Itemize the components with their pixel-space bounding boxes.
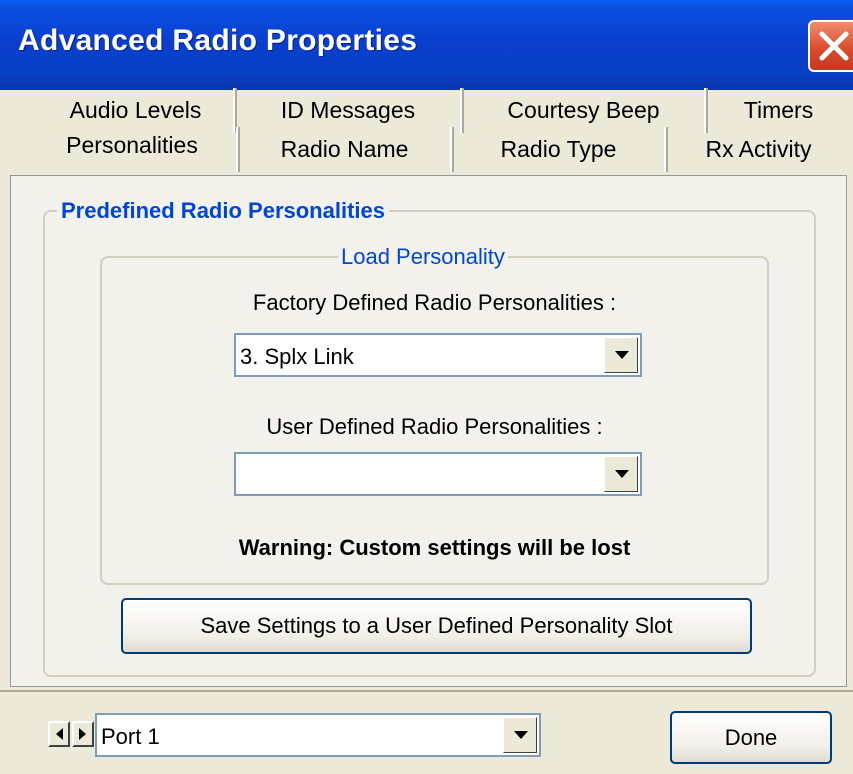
factory-personalities-select[interactable]: 3. Splx Link xyxy=(234,333,642,377)
factory-personalities-value: 3. Splx Link xyxy=(240,344,354,369)
tab-radio-type[interactable]: Radio Type xyxy=(450,127,664,172)
load-personality-title: Load Personality xyxy=(338,244,508,270)
prev-port-button[interactable] xyxy=(48,721,70,747)
window-title: Advanced Radio Properties xyxy=(18,24,418,57)
chevron-down-icon xyxy=(514,731,528,739)
warning-text: Warning: Custom settings will be lost xyxy=(238,535,631,560)
arrow-left-icon xyxy=(56,728,63,740)
personalities-panel: Predefined Radio Personalities Load Pers… xyxy=(10,175,847,687)
predefined-personalities-title: Predefined Radio Personalities xyxy=(57,198,389,224)
port-select[interactable]: Port 1 xyxy=(95,713,541,757)
port-dropdown-button[interactable] xyxy=(503,717,537,753)
user-dropdown-button[interactable] xyxy=(604,456,638,492)
tab-personalities[interactable]: Personalities xyxy=(28,127,236,177)
user-personalities-select[interactable] xyxy=(234,452,642,496)
tab-radio-name[interactable]: Radio Name xyxy=(236,127,450,172)
arrow-right-icon xyxy=(79,728,86,740)
close-icon xyxy=(819,31,849,61)
load-personality-group: Load Personality Factory Defined Radio P… xyxy=(100,244,769,585)
predefined-personalities-group: Predefined Radio Personalities Load Pers… xyxy=(43,198,816,677)
user-personalities-label: User Defined Radio Personalities : xyxy=(266,414,603,439)
chevron-down-icon xyxy=(615,351,629,359)
title-bar: Advanced Radio Properties xyxy=(0,0,853,90)
port-value: Port 1 xyxy=(101,724,160,749)
chevron-down-icon xyxy=(615,470,629,478)
factory-dropdown-button[interactable] xyxy=(604,337,638,373)
save-personality-button[interactable]: Save Settings to a User Defined Personal… xyxy=(121,598,752,654)
tab-rx-activity[interactable]: Rx Activity xyxy=(664,127,850,172)
done-button[interactable]: Done xyxy=(670,711,832,764)
factory-personalities-label: Factory Defined Radio Personalities : xyxy=(252,290,617,315)
tab-row-2: Personalities Radio Name Radio Type Rx A… xyxy=(28,127,850,172)
footer-separator xyxy=(0,690,853,692)
next-port-button[interactable] xyxy=(72,721,94,747)
close-button[interactable] xyxy=(808,20,853,72)
